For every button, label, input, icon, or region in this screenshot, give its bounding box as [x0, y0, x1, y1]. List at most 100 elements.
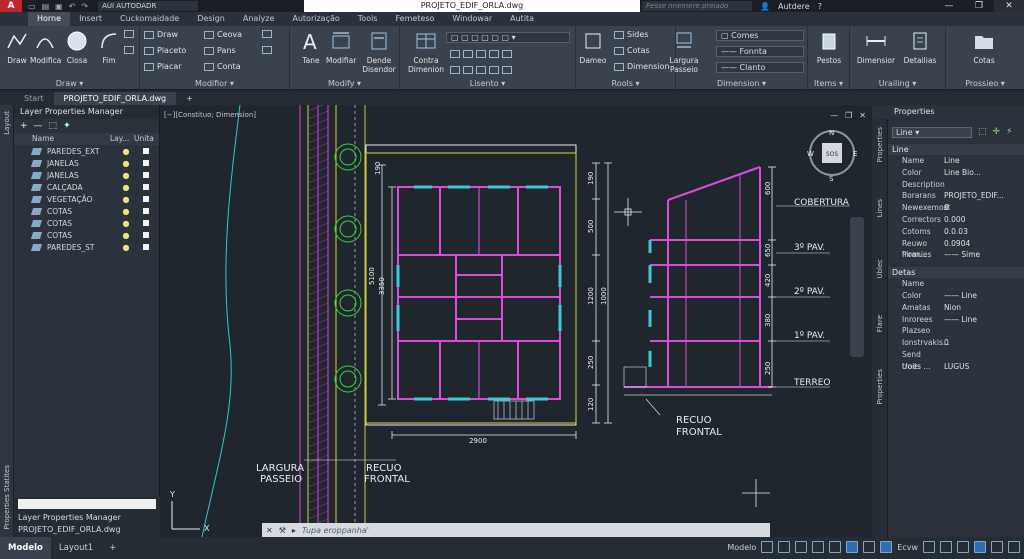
layer-states-icon[interactable]: ⬚ [49, 121, 58, 131]
layer-name[interactable]: VEGETAÇÃO [47, 195, 117, 204]
tab-customize[interactable]: Cuckomaidade [111, 12, 188, 26]
command-input[interactable]: Tupa eroppanha' [302, 526, 369, 535]
property-row[interactable]: Uoits LUGUS [888, 361, 1024, 373]
style-dropdown-3[interactable]: —— Clanto [716, 62, 804, 73]
layer-name[interactable]: JANELAS [47, 171, 117, 180]
extend-small-icon[interactable] [262, 46, 272, 54]
viewcube[interactable]: SOS N W E S [807, 129, 857, 183]
search-input[interactable]: Fesse nnemere preiado [642, 1, 752, 11]
select-objects-icon[interactable]: ✛ [993, 127, 1001, 137]
lightbulb-icon[interactable]: ● [117, 207, 135, 216]
tab-authorization[interactable]: Autorização [283, 12, 348, 26]
gear-icon[interactable] [940, 541, 952, 553]
tab-home[interactable]: Horne [28, 12, 71, 26]
property-row[interactable]: Correctors 0.000 [888, 214, 1024, 226]
property-row[interactable]: Send troes ... [888, 349, 1024, 371]
layer-name[interactable]: COTAS [47, 207, 117, 216]
props-side-tab-5[interactable]: Properties [876, 369, 884, 404]
object-type-select[interactable]: Line ▾ [892, 127, 972, 138]
user-icon[interactable]: 👤 [760, 2, 770, 11]
property-value[interactable]: Nion [940, 302, 1024, 313]
viewcube-face[interactable]: SOS [826, 151, 839, 158]
otrack-icon[interactable] [846, 541, 859, 553]
undo-icon[interactable]: ↶ [69, 2, 76, 11]
layer-row[interactable]: COTAS ● [14, 217, 159, 229]
layer-name[interactable]: PAREDES_EXT [47, 147, 117, 156]
property-value[interactable] [940, 349, 1024, 360]
toggle-pickadd-icon[interactable]: ⬚ [978, 127, 987, 137]
rectangle-small-icon[interactable] [124, 30, 134, 38]
prossieo-panel-title[interactable]: Prossieo ▾ [946, 79, 1024, 88]
layer-name-header[interactable]: Name [14, 133, 110, 145]
lightbulb-icon[interactable]: ● [117, 171, 135, 180]
fim-button[interactable]: Fim [94, 30, 124, 65]
property-row[interactable]: Newexemost 8 [888, 202, 1024, 214]
layer-color-swatch[interactable] [143, 172, 149, 178]
tane-button[interactable]: A Tane [296, 30, 326, 65]
layer-color-swatch[interactable] [143, 148, 149, 154]
layer-row[interactable]: PAREDES_EXT ● [14, 145, 159, 157]
dimension-panel-title[interactable]: Dimension ▾ [676, 79, 807, 88]
hatch-small-icon[interactable] [124, 46, 134, 54]
property-row[interactable]: Piranies —— Sime [888, 249, 1024, 262]
property-row[interactable]: Color —— Line [888, 290, 1024, 302]
ceova-button[interactable]: Ceova [204, 30, 242, 39]
viewcube-n[interactable]: N [829, 129, 834, 137]
transparency-icon[interactable] [880, 541, 893, 553]
user-name[interactable]: Autdere [778, 2, 810, 11]
drawing-viewport[interactable]: 2900 190 5100 3350 190 500 1200 250 120 … [160, 105, 872, 537]
urailing-panel-title[interactable]: Urailing ▾ [850, 79, 945, 88]
modifica-button[interactable]: Modifica [30, 30, 61, 65]
property-row[interactable]: Inrorees —— Line [888, 314, 1024, 326]
cotas-big-button[interactable]: Cotas [964, 30, 1004, 65]
annotation-scale[interactable]: Ecvw [897, 543, 918, 552]
lightbulb-icon[interactable]: ● [117, 159, 135, 168]
lightbulb-icon[interactable]: ● [117, 195, 135, 204]
tab-windowar[interactable]: Windowar [443, 12, 501, 26]
command-line[interactable]: ✕ ⚒ ▸ Tupa eroppanha' [262, 523, 770, 537]
viewcube-e[interactable]: E [853, 150, 857, 158]
horizontal-scrollbar[interactable] [18, 499, 156, 509]
property-value[interactable] [940, 325, 1024, 336]
style-dropdown-2[interactable]: —— Fonnta [716, 46, 804, 57]
trim-small-icon[interactable] [262, 30, 272, 38]
model-space-label[interactable]: Modelo [727, 543, 756, 552]
property-row[interactable]: Borarans PROJETO_EDIF... [888, 190, 1024, 203]
property-value[interactable]: LUGUS [940, 361, 1024, 372]
property-value[interactable]: Line Bio... [940, 167, 1024, 178]
cotas-button[interactable]: Cotas [614, 46, 650, 55]
contra-dimenion-button[interactable]: Contra Dimenion [406, 30, 446, 74]
customize-icon[interactable] [1008, 541, 1020, 553]
layer-tools-row-1[interactable] [450, 50, 512, 58]
osnap-icon[interactable] [829, 541, 842, 553]
tab-autita[interactable]: Autita [501, 12, 543, 26]
layer-row[interactable]: COTAS ● [14, 229, 159, 241]
property-value[interactable]: 0.000 [940, 214, 1024, 225]
polar-icon[interactable] [812, 541, 825, 553]
layer-name[interactable]: PAREDES_ST [47, 243, 117, 252]
layer-unit-header[interactable]: Unita [134, 133, 158, 145]
quick-select-icon[interactable]: ⚡ [1006, 127, 1012, 137]
property-value[interactable]: —— Sime [940, 249, 1024, 260]
layer-name[interactable]: CALÇADA [47, 183, 117, 192]
property-row[interactable]: Reuwo from... 0.0904 [888, 238, 1024, 259]
layer-color-swatch[interactable] [143, 184, 149, 190]
tab-analyze[interactable]: Analyze [234, 12, 284, 26]
general-section-header[interactable]: Line [888, 144, 1024, 155]
lisento-panel-title[interactable]: Lisento ▾ [400, 79, 575, 88]
props-side-tab-1[interactable]: Properties [876, 127, 884, 162]
layout1-tab[interactable]: Layout1 [51, 537, 101, 559]
property-value[interactable]: —— Line [940, 290, 1024, 301]
sides-button[interactable]: Sides [614, 30, 648, 39]
draw-small-button[interactable]: Draw [144, 30, 178, 39]
props-side-tab-2[interactable]: Lines [876, 199, 884, 217]
new-layer-icon[interactable]: + [20, 121, 28, 131]
closa-button[interactable]: Closa [62, 30, 92, 65]
layer-name[interactable]: JANELAS [47, 159, 117, 168]
layer-name[interactable]: COTAS [47, 231, 117, 240]
viewport-label[interactable]: [−][Constituo; Dimension] [164, 111, 256, 119]
modify-panel-title[interactable]: Modify ▾ [290, 79, 399, 88]
property-value[interactable]: PROJETO_EDIF... [940, 190, 1024, 201]
lightbulb-icon[interactable]: ● [117, 147, 135, 156]
rools-panel-title[interactable]: Rools ▾ [576, 79, 675, 88]
